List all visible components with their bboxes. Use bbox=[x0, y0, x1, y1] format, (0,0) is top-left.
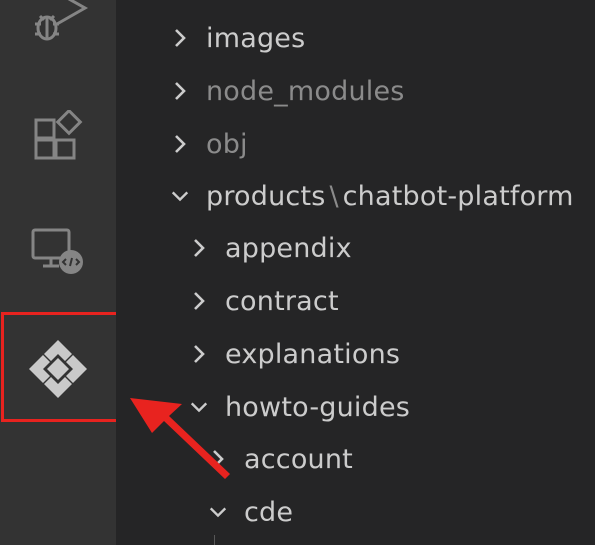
tree-item-label: explanations bbox=[225, 338, 401, 370]
tree-item-label: obj bbox=[206, 128, 248, 160]
chevron-down-icon bbox=[208, 502, 228, 522]
tree-item-products-chatbot-platform[interactable]: products \ chatbot-platform bbox=[116, 170, 595, 222]
chevron-right-icon bbox=[170, 28, 190, 48]
highlight-annotation-box bbox=[1, 312, 130, 422]
run-debug-icon[interactable] bbox=[0, 0, 116, 48]
tree-item-label-extra: chatbot-platform bbox=[342, 180, 574, 212]
tree-item-explanations[interactable]: explanations bbox=[116, 328, 595, 380]
tree-item-cde[interactable]: cde bbox=[116, 486, 595, 538]
explorer-tree: images node_modules obj products \ chatbot… bbox=[116, 0, 595, 545]
chevron-down-icon bbox=[170, 186, 190, 206]
tree-item-label: howto-guides bbox=[225, 391, 411, 423]
tree-item-appendix[interactable]: appendix bbox=[116, 222, 595, 274]
chevron-right-icon bbox=[189, 238, 209, 258]
chevron-right-icon bbox=[208, 449, 228, 469]
tree-item-obj[interactable]: obj bbox=[116, 118, 595, 170]
chevron-right-icon bbox=[170, 81, 190, 101]
tree-item-label: cde bbox=[244, 496, 294, 528]
chevron-right-icon bbox=[189, 344, 209, 364]
chevron-down-icon bbox=[189, 397, 209, 417]
tree-item-label: images bbox=[206, 22, 306, 54]
activity-bar bbox=[0, 0, 130, 545]
tree-item-label: products bbox=[206, 180, 326, 212]
chevron-right-icon bbox=[170, 134, 190, 154]
tree-item-account[interactable]: account bbox=[116, 433, 595, 485]
tree-item-label: account bbox=[244, 443, 353, 475]
tree-item-label: appendix bbox=[225, 232, 352, 264]
tree-item-label: node_modules bbox=[206, 75, 405, 107]
remote-explorer-icon[interactable] bbox=[0, 222, 116, 282]
extensions-icon[interactable] bbox=[0, 110, 116, 166]
tree-item-label: contract bbox=[225, 285, 339, 317]
tree-item-node-modules[interactable]: node_modules bbox=[116, 65, 595, 117]
tree-item-images[interactable]: images bbox=[116, 12, 595, 64]
tree-item-howto-guides[interactable]: howto-guides bbox=[116, 381, 595, 433]
tree-item-contract[interactable]: contract bbox=[116, 275, 595, 327]
indent-guide bbox=[214, 535, 215, 545]
path-separator: \ bbox=[329, 180, 339, 212]
chevron-right-icon bbox=[189, 291, 209, 311]
